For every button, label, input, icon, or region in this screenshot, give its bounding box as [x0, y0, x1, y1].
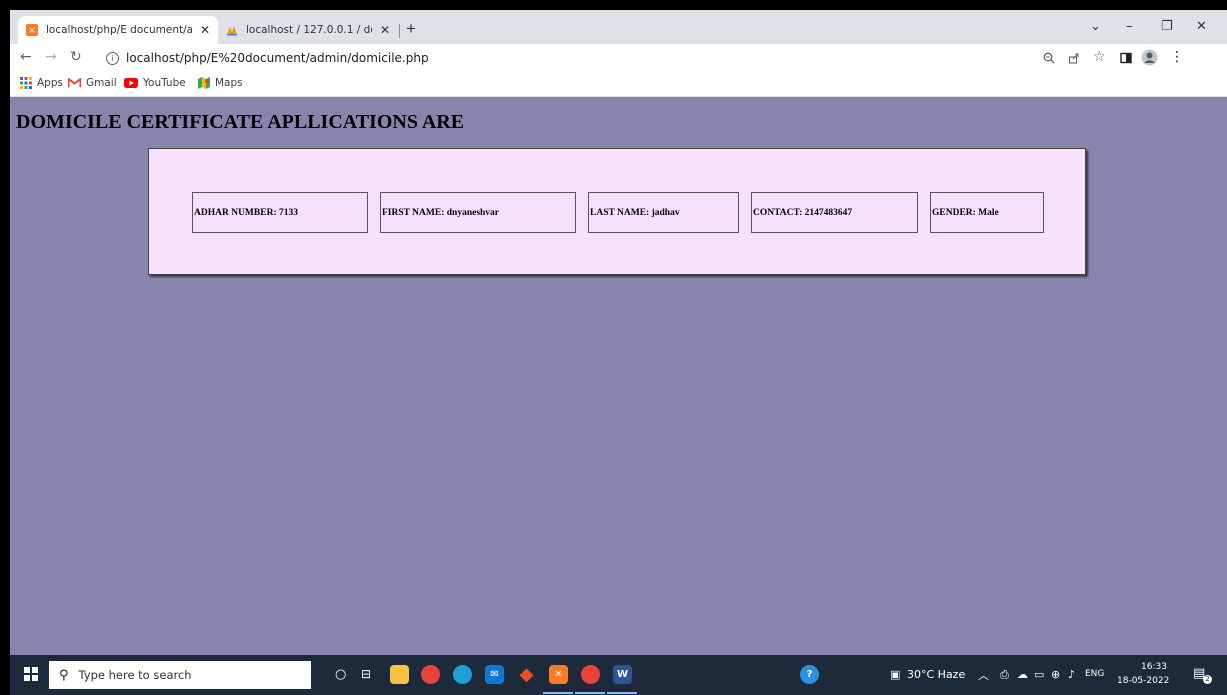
- cloud-icon[interactable]: ☁: [1017, 668, 1028, 681]
- bookmark-youtube[interactable]: YouTube: [124, 77, 186, 89]
- adhar-number-field: ADHAR NUMBER: 7133: [192, 192, 368, 233]
- browser-toolbar: ← → ↻ i localhost/php/E%20document/admin…: [10, 44, 1227, 72]
- weather-text[interactable]: 30°C Haze: [907, 668, 965, 681]
- zoom-icon[interactable]: [1043, 52, 1055, 64]
- new-tab-button[interactable]: +: [406, 19, 416, 39]
- bookmark-label: YouTube: [143, 77, 186, 89]
- tab-separator: [399, 24, 400, 38]
- xampp-taskbar-icon[interactable]: ✕: [549, 665, 568, 684]
- network-icon[interactable]: ⊕: [1051, 668, 1060, 681]
- side-panel-icon[interactable]: [1120, 52, 1132, 64]
- tray-app-icon[interactable]: ⎙: [1000, 668, 1009, 682]
- active-app-indicator: [543, 692, 573, 694]
- tab-strip: ✕ localhost/php/E document/admi ✕ localh…: [10, 10, 1227, 44]
- bookmark-apps[interactable]: Apps: [20, 77, 63, 89]
- url-text: localhost/php/E%20document/admin/domicil…: [126, 51, 429, 65]
- first-name-field: FIRST NAME: dnyaneshvar: [380, 192, 576, 233]
- phpmyadmin-icon: [227, 26, 237, 36]
- mail-icon[interactable]: ✉: [485, 665, 504, 684]
- word-icon[interactable]: W: [613, 665, 632, 684]
- windows-start-icon[interactable]: [24, 667, 38, 681]
- reload-icon[interactable]: ↻: [70, 49, 82, 65]
- address-bar[interactable]: i localhost/php/E%20document/admin/domic…: [106, 48, 1046, 68]
- maps-icon: [198, 77, 210, 89]
- search-placeholder: Type here to search: [78, 668, 192, 682]
- bookmarks-bar: Apps Gmail YouTube Maps: [10, 72, 1227, 97]
- search-icon: ⚲: [59, 667, 69, 683]
- bookmark-label: Gmail: [86, 77, 117, 89]
- gender-field: GENDER: Male: [930, 192, 1044, 233]
- edge-icon[interactable]: [453, 665, 472, 684]
- bookmark-label: Apps: [37, 77, 63, 89]
- page-title: DOMICILE CERTIFICATE APLLICATIONS ARE: [16, 111, 465, 133]
- profile-avatar-icon[interactable]: [1141, 49, 1158, 66]
- volume-icon[interactable]: ♪: [1068, 668, 1075, 681]
- git-icon[interactable]: ◆: [517, 664, 536, 685]
- file-explorer-icon[interactable]: [390, 665, 409, 684]
- tab-search-icon[interactable]: ⌄: [1090, 19, 1101, 34]
- bookmark-gmail[interactable]: Gmail: [68, 77, 117, 89]
- cortana-icon[interactable]: ○: [335, 667, 346, 682]
- close-window-button[interactable]: ✕: [1196, 19, 1207, 34]
- share-icon[interactable]: [1068, 52, 1080, 64]
- battery-icon[interactable]: ▭: [1034, 668, 1044, 681]
- taskbar-search-input[interactable]: ⚲ Type here to search: [49, 661, 311, 689]
- language-indicator[interactable]: ENG: [1085, 669, 1104, 679]
- weather-icon[interactable]: ▣: [890, 668, 900, 681]
- last-name-field: LAST NAME: jadhav: [588, 192, 739, 233]
- chrome-taskbar-icon[interactable]: [581, 665, 600, 684]
- bookmark-maps[interactable]: Maps: [198, 77, 243, 89]
- close-tab-icon[interactable]: ✕: [380, 23, 390, 37]
- help-icon[interactable]: ?: [800, 665, 819, 684]
- chrome-icon[interactable]: [421, 665, 440, 684]
- chevron-up-icon[interactable]: ︿: [978, 667, 989, 683]
- notification-count-badge: 2: [1203, 675, 1212, 684]
- gmail-icon: [68, 78, 81, 88]
- back-arrow-icon[interactable]: ←: [20, 49, 32, 65]
- restore-button[interactable]: ❐: [1161, 19, 1173, 34]
- application-record-card: ADHAR NUMBER: 7133 FIRST NAME: dnyaneshv…: [148, 148, 1086, 275]
- clock-time[interactable]: 16:33: [1127, 662, 1181, 672]
- task-view-icon[interactable]: ⊟: [361, 667, 371, 681]
- xampp-icon: ✕: [26, 24, 38, 36]
- tab-domicile[interactable]: ✕ localhost/php/E document/admi ✕: [18, 16, 218, 44]
- menu-kebab-icon[interactable]: ⋮: [1170, 49, 1184, 65]
- bookmark-star-icon[interactable]: ☆: [1093, 49, 1106, 65]
- tab-title: localhost / 127.0.0.1 / document: [246, 24, 372, 36]
- tab-phpmyadmin[interactable]: localhost / 127.0.0.1 / document ✕: [218, 16, 398, 44]
- apps-grid-icon: [20, 77, 32, 89]
- contact-field: CONTACT: 2147483647: [751, 192, 918, 233]
- youtube-icon: [124, 78, 138, 88]
- clock-date[interactable]: 18-05-2022: [1117, 676, 1169, 686]
- close-tab-icon[interactable]: ✕: [200, 23, 210, 37]
- forward-arrow-icon[interactable]: →: [45, 49, 57, 65]
- svg-text:✕: ✕: [28, 27, 36, 37]
- browser-window: ✕ localhost/php/E document/admi ✕ localh…: [10, 10, 1227, 695]
- active-app-indicator: [575, 692, 605, 694]
- windows-taskbar: ⚲ Type here to search ○ ⊟ ✉ ◆ ✕ W ? ▣ 30…: [10, 655, 1227, 695]
- bookmark-label: Maps: [215, 77, 243, 89]
- info-icon[interactable]: i: [106, 51, 119, 65]
- tab-title: localhost/php/E document/admi: [46, 24, 192, 36]
- minimize-button[interactable]: –: [1126, 19, 1133, 34]
- active-app-indicator: [607, 692, 637, 694]
